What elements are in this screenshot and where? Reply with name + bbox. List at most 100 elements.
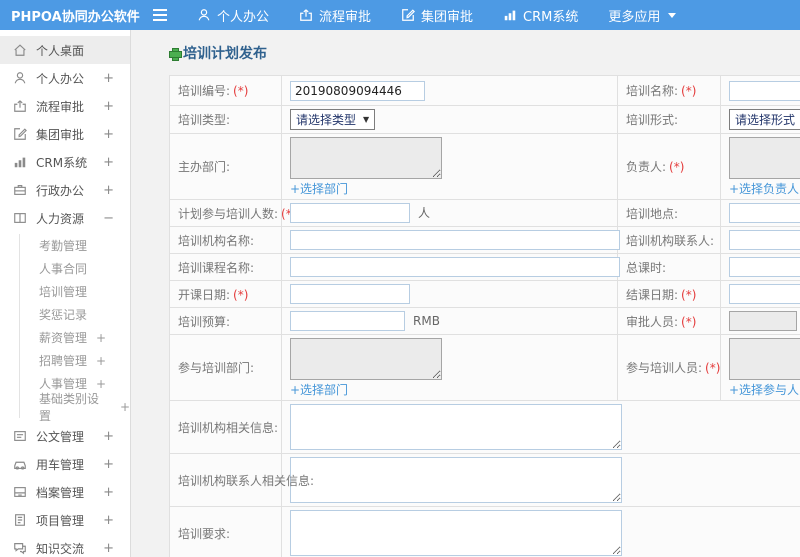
expand-icon[interactable]: + xyxy=(103,513,114,528)
sidebar-item-official-doc[interactable]: 公文管理 + xyxy=(0,422,130,450)
end-date-input[interactable] xyxy=(729,284,800,305)
sidebar-item-personal-office[interactable]: 个人办公 + xyxy=(0,64,130,92)
currency-label: RMB xyxy=(413,313,440,328)
host-dept-box[interactable] xyxy=(290,137,442,179)
org-contact-input[interactable] xyxy=(729,230,800,251)
expand-icon[interactable]: + xyxy=(103,457,114,472)
archive-icon xyxy=(13,485,28,499)
sidebar-subitem-recruit[interactable]: 招聘管理 + xyxy=(20,349,130,372)
unit-label: 人 xyxy=(418,205,431,220)
sidebar-item-personal-desktop[interactable]: 个人桌面 xyxy=(0,36,130,64)
sidebar-item-human-resources[interactable]: 人力资源 − xyxy=(0,204,130,232)
sidebar-subitem-rewards[interactable]: 奖惩记录 xyxy=(20,303,130,326)
training-form-select[interactable]: 请选择形式▼ xyxy=(729,109,800,130)
collapse-icon[interactable]: − xyxy=(103,211,114,226)
select-dept-link[interactable]: +选择部门 xyxy=(290,182,348,196)
expand-icon[interactable]: + xyxy=(103,541,114,556)
required-mark: (*) xyxy=(705,361,721,376)
sidebar-item-crm-system[interactable]: CRM系统 + xyxy=(0,148,130,176)
training-type-select[interactable]: 请选择类型 ▼ xyxy=(290,109,376,130)
expand-icon[interactable]: + xyxy=(103,183,114,198)
expand-icon[interactable]: + xyxy=(103,485,114,500)
main-content: 培训计划发布 培训编号:(*) 培训名称:(*) 培训类型: 请选择类型▼ 培训… xyxy=(131,30,800,557)
location-input[interactable] xyxy=(729,203,800,224)
sidebar-subitem-hr-contract[interactable]: 人事合同 xyxy=(20,257,130,280)
document-icon xyxy=(13,429,28,443)
select-value: 请选择类型 xyxy=(296,113,357,127)
expand-icon[interactable]: + xyxy=(96,377,106,391)
nav-label: CRM系统 xyxy=(523,9,579,25)
sidebar-subitem-label: 考勤管理 xyxy=(39,239,88,253)
expand-icon[interactable]: + xyxy=(103,127,114,142)
chat-icon xyxy=(13,541,28,555)
share-icon xyxy=(299,8,313,22)
total-hours-input[interactable] xyxy=(729,257,800,278)
join-dept-box[interactable] xyxy=(290,338,442,381)
caret-down-icon xyxy=(668,12,677,18)
hamburger-menu-icon[interactable] xyxy=(153,9,167,21)
nav-group-approval[interactable]: 集团审批 xyxy=(401,6,473,25)
field-label: 培训预算: xyxy=(178,314,231,329)
nav-more-apps[interactable]: 更多应用 xyxy=(608,6,677,25)
sidebar-item-knowledge[interactable]: 知识交流 + xyxy=(0,534,130,557)
training-no-input[interactable] xyxy=(290,80,425,101)
expand-icon[interactable]: + xyxy=(103,99,114,114)
training-name-input[interactable] xyxy=(729,80,800,101)
sidebar-item-workflow-approval[interactable]: 流程审批 + xyxy=(0,92,130,120)
org-name-input[interactable] xyxy=(290,230,620,251)
field-label: 培训机构联系人相关信息: xyxy=(178,473,315,488)
requirements-textarea[interactable] xyxy=(290,510,622,557)
join-people-box[interactable] xyxy=(729,338,800,381)
sidebar-subitem-base-category[interactable]: 基础类别设置 + xyxy=(20,392,130,423)
nav-crm-system[interactable]: CRM系统 xyxy=(503,6,578,25)
sidebar-subitem-training[interactable]: 培训管理 xyxy=(20,280,130,303)
org-info-textarea[interactable] xyxy=(290,404,622,451)
training-plan-form: 培训编号:(*) 培训名称:(*) 培训类型: 请选择类型▼ 培训形式: 请选择… xyxy=(169,75,800,557)
sidebar-subitem-label: 基础类别设置 xyxy=(39,391,100,423)
sidebar-item-projects[interactable]: 项目管理 + xyxy=(0,506,130,534)
sidebar-subitem-attendance[interactable]: 考勤管理 xyxy=(20,234,130,257)
sidebar-item-label: 流程审批 xyxy=(36,99,85,114)
sidebar-item-label: 档案管理 xyxy=(36,485,85,500)
course-name-input[interactable] xyxy=(290,257,620,278)
select-value: 请选择形式 xyxy=(735,113,796,127)
select-join-people-link[interactable]: +选择参与人员 xyxy=(729,383,800,397)
nav-workflow-approval[interactable]: 流程审批 xyxy=(299,6,371,25)
sidebar-item-archives[interactable]: 档案管理 + xyxy=(0,478,130,506)
field-label: 培训课程名称: xyxy=(178,260,255,275)
nav-personal-office[interactable]: 个人办公 xyxy=(197,6,269,25)
field-label: 培训机构名称: xyxy=(178,233,255,248)
planned-count-input[interactable] xyxy=(290,203,410,224)
budget-input[interactable] xyxy=(290,311,405,332)
nav-label: 个人办公 xyxy=(217,9,270,25)
car-icon xyxy=(13,457,28,471)
sidebar-item-admin-office[interactable]: 行政办公 + xyxy=(0,176,130,204)
share-icon xyxy=(13,99,28,113)
home-icon xyxy=(13,43,28,57)
sidebar-subitem-salary[interactable]: 薪资管理 + xyxy=(20,326,130,349)
expand-icon[interactable]: + xyxy=(96,331,106,345)
topbar: PHPOA协同办公软件 个人办公 流程审批 集团审批 CRM系统 更多应用 xyxy=(0,0,800,30)
expand-icon[interactable]: + xyxy=(120,400,130,414)
expand-icon[interactable]: + xyxy=(96,354,106,368)
sidebar: 个人桌面 个人办公 + 流程审批 + 集团审批 + CRM系统 + 行政办公 +… xyxy=(0,30,131,557)
project-icon xyxy=(13,513,28,527)
field-label: 审批人员: xyxy=(626,314,679,329)
sidebar-item-label: 个人桌面 xyxy=(36,43,85,58)
top-navigation: 个人办公 流程审批 集团审批 CRM系统 更多应用 xyxy=(197,6,677,25)
field-label: 培训地点: xyxy=(626,206,679,221)
field-label: 结课日期: xyxy=(626,287,679,302)
leader-box[interactable] xyxy=(729,137,800,179)
expand-icon[interactable]: + xyxy=(103,155,114,170)
user-icon xyxy=(13,71,28,85)
select-leader-link[interactable]: +选择负责人 xyxy=(729,182,799,196)
select-join-dept-link[interactable]: +选择部门 xyxy=(290,383,348,397)
sidebar-subitem-label: 奖惩记录 xyxy=(39,308,88,322)
approver-box[interactable] xyxy=(729,311,797,332)
org-contact-info-textarea[interactable] xyxy=(290,457,622,504)
sidebar-item-vehicle[interactable]: 用车管理 + xyxy=(0,450,130,478)
expand-icon[interactable]: + xyxy=(103,71,114,86)
start-date-input[interactable] xyxy=(290,284,410,305)
sidebar-item-group-approval[interactable]: 集团审批 + xyxy=(0,120,130,148)
expand-icon[interactable]: + xyxy=(103,429,114,444)
